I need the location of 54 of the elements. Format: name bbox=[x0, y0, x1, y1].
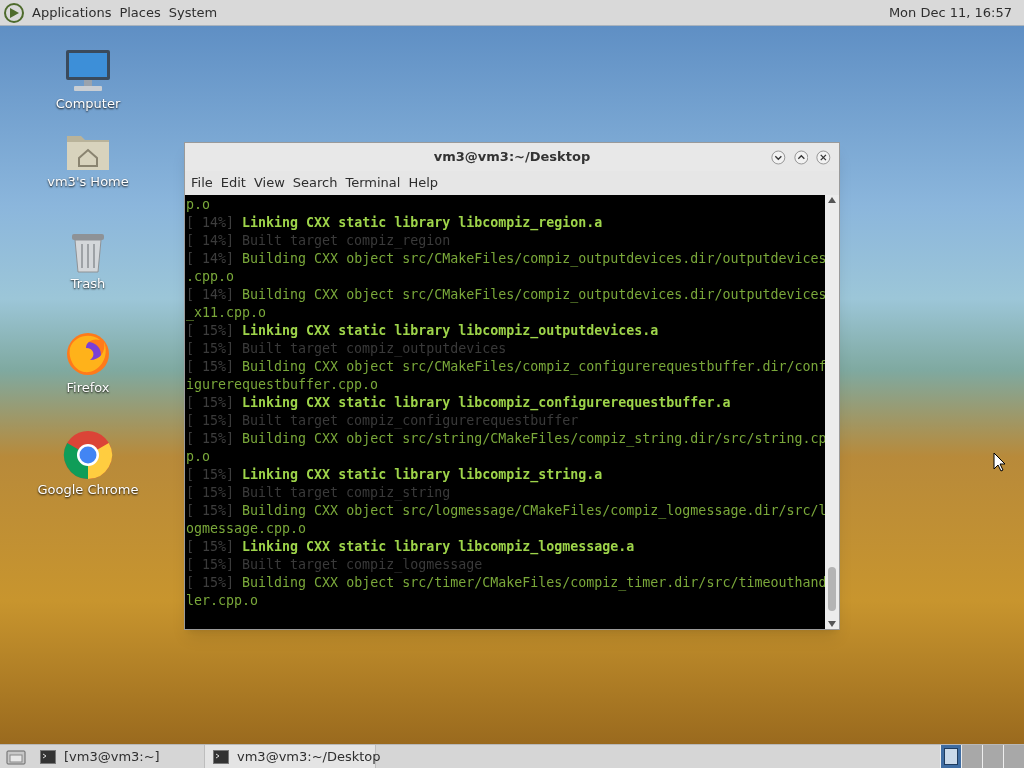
terminal-line: [ 15%] Building CXX object src/string/CMakeFiles/compiz_string.dir/src/string.cp bbox=[186, 430, 825, 448]
terminal-line: [ 15%] Linking CXX static library libcompiz_configurerequestbuffer.a bbox=[186, 394, 732, 412]
terminal-line: [ 14%] Building CXX object src/CMakeFiles/compiz_outputdevices.dir/outputdevices bbox=[186, 250, 825, 268]
scroll-up-icon[interactable] bbox=[828, 197, 836, 203]
terminal-line: [ 15%] Building CXX object src/timer/CMakeFiles/compiz_timer.dir/src/timeouthand bbox=[186, 574, 825, 592]
distro-logo-icon[interactable] bbox=[4, 2, 24, 23]
terminal-line: ogmessage.cpp.o bbox=[186, 520, 308, 538]
menu-item[interactable]: View bbox=[249, 173, 289, 193]
panel-menu[interactable]: Places bbox=[115, 2, 165, 23]
terminal-line: [ 15%] Built target compiz_configurerequestbuffer bbox=[186, 412, 580, 430]
minimize-icon[interactable] bbox=[771, 148, 786, 166]
terminal-line: ler.cpp.o bbox=[186, 592, 260, 610]
terminal-line: [ 14%] Linking CXX static library libcompiz_region.a bbox=[186, 214, 604, 232]
firefox-icon bbox=[64, 330, 112, 378]
workspace-switcher[interactable] bbox=[982, 745, 1003, 768]
chrome-icon bbox=[63, 430, 113, 480]
taskbar-item[interactable]: [vm3@vm3:~] bbox=[32, 745, 204, 768]
terminal-line: [ 15%] Built target compiz_outputdevices bbox=[186, 340, 508, 358]
window-title: vm3@vm3:~/Desktop bbox=[432, 148, 592, 167]
terminal-line: p.o bbox=[186, 448, 212, 466]
terminal-line: [ 15%] Linking CXX static library libcompiz_logmessage.a bbox=[186, 538, 636, 556]
terminal-line: [ 15%] Built target compiz_logmessage bbox=[186, 556, 484, 574]
terminal-line: [ 15%] Built target compiz_string bbox=[186, 484, 452, 502]
menu-item[interactable]: Edit bbox=[216, 173, 250, 193]
panel-clock[interactable]: Mon Dec 11, 16:57 bbox=[880, 2, 1020, 23]
maximize-icon[interactable] bbox=[793, 148, 809, 166]
panel-menu[interactable]: Applications bbox=[28, 2, 116, 23]
terminal-line: [ 15%] Linking CXX static library libcompiz_outputdevices.a bbox=[186, 322, 660, 340]
scrollbar-thumb[interactable] bbox=[828, 567, 836, 611]
terminal-icon bbox=[213, 749, 229, 764]
terminal-line: [ 15%] Building CXX object src/CMakeFiles/compiz_configurerequestbuffer.dir/conf bbox=[186, 358, 825, 376]
menu-item[interactable]: Search bbox=[288, 173, 342, 193]
workspace-switcher[interactable] bbox=[1003, 745, 1024, 768]
terminal-line: .cpp.o bbox=[186, 268, 236, 286]
terminal-line: [ 15%] Linking CXX static library libcompiz_string.a bbox=[186, 466, 604, 484]
show-desktop-icon[interactable] bbox=[6, 748, 26, 765]
terminal-line: [ 15%] Building CXX object src/logmessage/CMakeFiles/compiz_logmessage.dir/src/l bbox=[186, 502, 825, 520]
close-icon[interactable] bbox=[816, 148, 831, 166]
computer-icon bbox=[64, 48, 112, 94]
terminal-line: _x11.cpp.o bbox=[186, 304, 268, 322]
terminal-line: [ 14%] Built target compiz_region bbox=[186, 232, 452, 250]
scrollbar[interactable] bbox=[825, 195, 839, 629]
scroll-down-icon[interactable] bbox=[828, 621, 836, 627]
workspace-switcher[interactable] bbox=[961, 745, 982, 768]
terminal-line: igurerequestbuffer.cpp.o bbox=[186, 376, 380, 394]
menu-item[interactable]: File bbox=[187, 173, 217, 193]
terminal-line: p.o bbox=[186, 196, 212, 214]
mouse-pointer-icon bbox=[993, 452, 1007, 472]
menu-item[interactable]: Terminal bbox=[341, 173, 405, 193]
menu-item[interactable]: Help bbox=[404, 173, 443, 193]
terminal-line: [ 14%] Building CXX object src/CMakeFiles/compiz_outputdevices.dir/outputdevices bbox=[186, 286, 825, 304]
workspace-switcher[interactable] bbox=[940, 745, 961, 768]
panel-menu[interactable]: System bbox=[164, 2, 222, 23]
terminal-icon bbox=[40, 749, 56, 764]
